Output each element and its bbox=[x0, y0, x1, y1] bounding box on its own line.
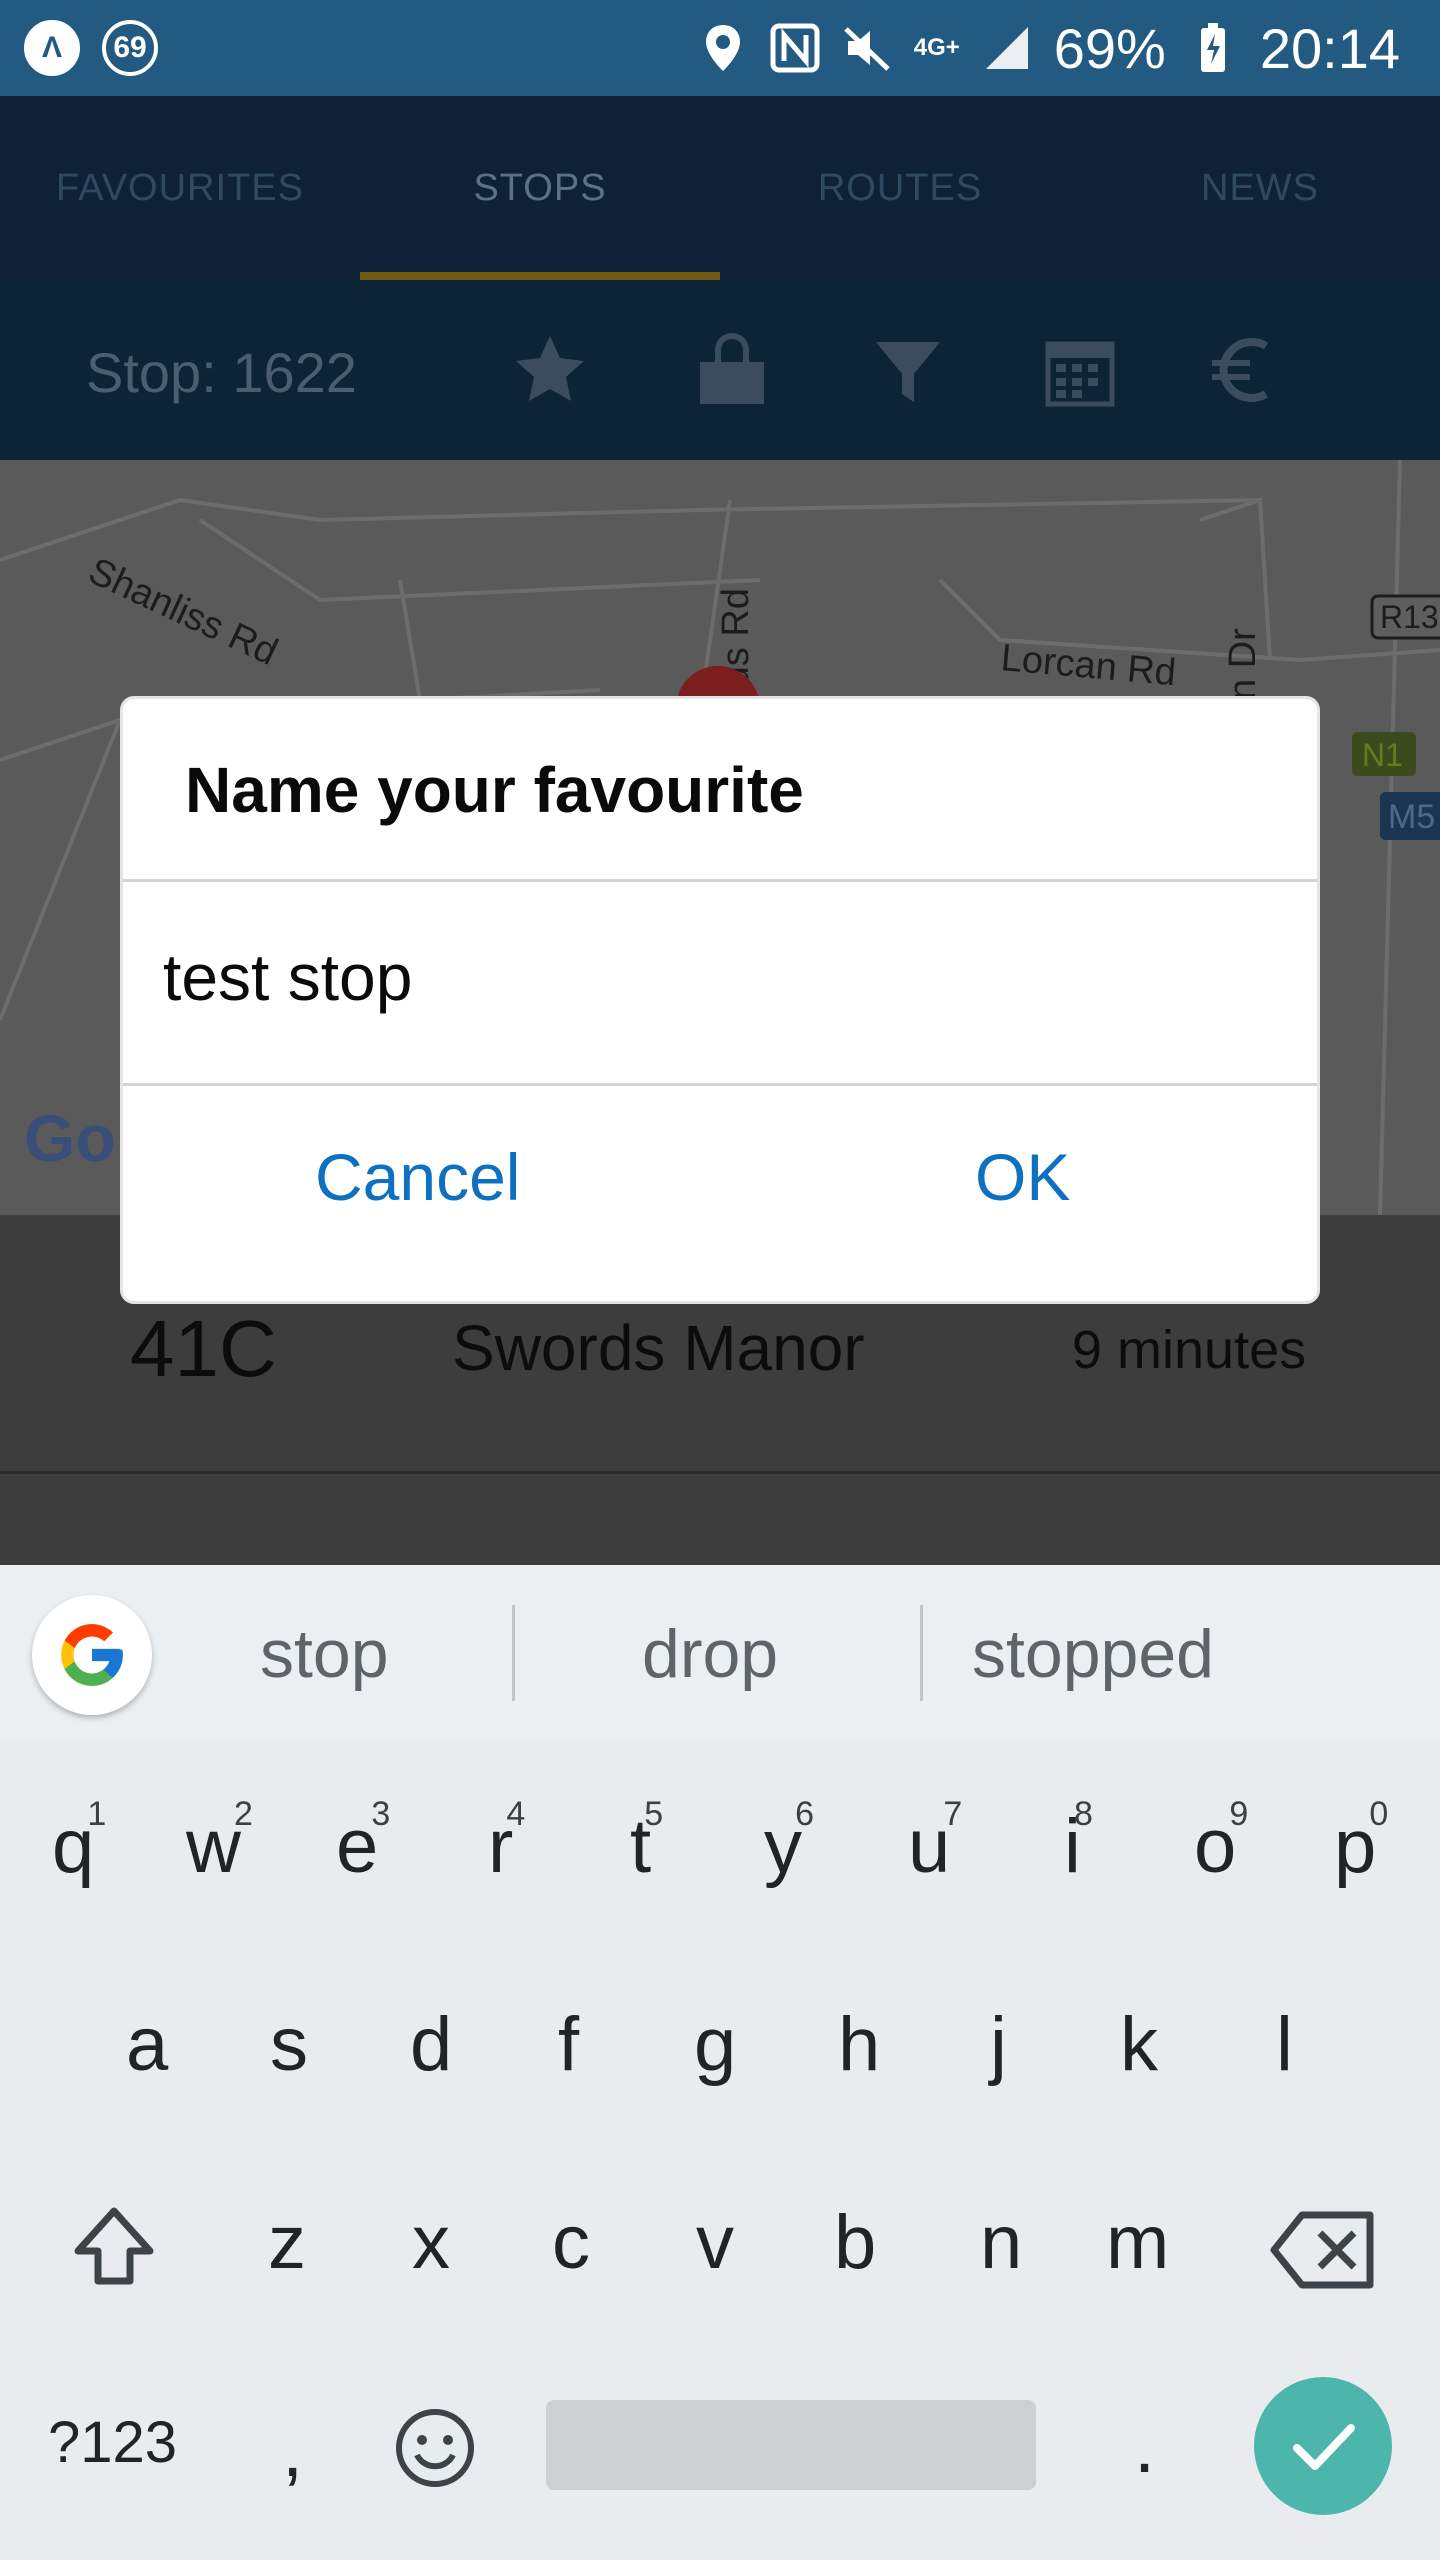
star-icon[interactable] bbox=[510, 330, 590, 410]
route-number: 41C bbox=[130, 1304, 277, 1393]
key-k[interactable]: k bbox=[1120, 2001, 1158, 2088]
key-d[interactable]: d bbox=[410, 2001, 452, 2088]
backspace-icon bbox=[1270, 2211, 1374, 2289]
status-bar: Λ 69 4G+ 69% 20:14 bbox=[0, 0, 1440, 96]
emoji-key[interactable] bbox=[392, 2405, 478, 2509]
tab-news[interactable]: NEWS bbox=[1080, 96, 1440, 280]
suggestion-item[interactable]: stop bbox=[260, 1615, 389, 1693]
key-b[interactable]: b bbox=[834, 2199, 876, 2286]
road-badge-n1: N1 bbox=[1362, 737, 1403, 773]
tab-routes[interactable]: ROUTES bbox=[720, 96, 1080, 280]
comma-key[interactable]: , bbox=[282, 2407, 303, 2494]
tab-favourites[interactable]: FAVOURITES bbox=[0, 96, 360, 280]
key-q[interactable]: q1 bbox=[52, 1795, 106, 1890]
suggestion-item[interactable]: stopped bbox=[972, 1615, 1214, 1693]
cancel-button[interactable]: Cancel bbox=[315, 1139, 520, 1215]
suggestion-strip: stop drop stopped bbox=[0, 1565, 1440, 1741]
ok-button[interactable]: OK bbox=[975, 1139, 1070, 1215]
key-o[interactable]: o9 bbox=[1194, 1795, 1248, 1890]
divider bbox=[123, 1083, 1317, 1086]
enter-key[interactable] bbox=[1254, 2377, 1392, 2515]
key-y[interactable]: y6 bbox=[764, 1795, 814, 1890]
stop-number-label: Stop: 1622 bbox=[86, 341, 357, 404]
stop-toolbar: Stop: 1622 bbox=[0, 280, 1440, 460]
nfc-icon bbox=[770, 23, 820, 73]
suggestion-divider bbox=[512, 1605, 515, 1701]
emoji-icon bbox=[396, 2409, 474, 2487]
key-l[interactable]: l bbox=[1276, 2001, 1293, 2088]
favourite-name-input[interactable] bbox=[163, 939, 1263, 1015]
key-c[interactable]: c bbox=[552, 2199, 590, 2286]
suggestion-divider bbox=[920, 1605, 923, 1701]
app-notification-icon: Λ bbox=[24, 20, 80, 76]
key-h[interactable]: h bbox=[838, 2001, 880, 2088]
divider bbox=[123, 879, 1317, 882]
key-i[interactable]: i8 bbox=[1064, 1795, 1093, 1890]
key-f[interactable]: f bbox=[558, 2001, 579, 2088]
space-bar[interactable] bbox=[546, 2400, 1036, 2490]
signal-icon bbox=[982, 23, 1032, 73]
key-g[interactable]: g bbox=[694, 2001, 736, 2088]
network-type: 4G+ bbox=[913, 34, 960, 61]
checkmark-icon bbox=[1293, 2424, 1355, 2470]
tab-stops[interactable]: STOPS bbox=[360, 96, 720, 280]
key-e[interactable]: e3 bbox=[336, 1795, 390, 1890]
road-badge-r13: R13 bbox=[1380, 599, 1439, 635]
filter-icon[interactable] bbox=[868, 330, 948, 410]
key-w[interactable]: w2 bbox=[186, 1795, 253, 1890]
map-label: Shanliss Rd bbox=[82, 550, 284, 674]
route-destination: Swords Manor bbox=[452, 1312, 865, 1384]
calendar-icon[interactable] bbox=[1040, 330, 1120, 410]
battery-charging-icon bbox=[1188, 23, 1238, 73]
active-tab-indicator bbox=[360, 272, 720, 280]
key-j[interactable]: j bbox=[990, 2001, 1007, 2088]
google-logo: Go bbox=[24, 1101, 116, 1175]
map-label: Lorcan Rd bbox=[999, 637, 1177, 694]
key-p[interactable]: p0 bbox=[1334, 1795, 1388, 1890]
key-t[interactable]: t5 bbox=[630, 1795, 663, 1890]
google-icon[interactable] bbox=[32, 1595, 152, 1715]
backspace-key[interactable] bbox=[1268, 2205, 1378, 2313]
clock: 20:14 bbox=[1259, 16, 1400, 80]
name-favourite-dialog: Name your favourite Cancel OK bbox=[120, 696, 1320, 1304]
battery-percent: 69% bbox=[1053, 16, 1166, 80]
key-n[interactable]: n bbox=[980, 2199, 1022, 2286]
key-m[interactable]: m bbox=[1106, 2199, 1169, 2286]
suggestion-item[interactable]: drop bbox=[642, 1615, 778, 1693]
euro-icon[interactable] bbox=[1204, 330, 1284, 410]
key-v[interactable]: v bbox=[696, 2199, 734, 2286]
key-s[interactable]: s bbox=[270, 2001, 308, 2088]
dialog-title: Name your favourite bbox=[185, 754, 804, 826]
key-u[interactable]: u7 bbox=[908, 1795, 962, 1890]
key-a[interactable]: a bbox=[126, 2001, 168, 2088]
key-r[interactable]: r4 bbox=[488, 1795, 525, 1890]
row-divider bbox=[0, 1471, 1440, 1474]
key-x[interactable]: x bbox=[412, 2199, 450, 2286]
shopping-bag-icon[interactable] bbox=[692, 330, 772, 410]
location-icon bbox=[698, 23, 748, 73]
key-z[interactable]: z bbox=[268, 2199, 306, 2286]
notification-badge: 69 bbox=[102, 20, 158, 76]
keyboard: stop drop stopped q1 w2 e3 r4 t5 y6 u7 i… bbox=[0, 1565, 1440, 2560]
arrival-time: 9 minutes bbox=[1072, 1320, 1307, 1380]
road-badge-m5: M5 bbox=[1388, 798, 1435, 836]
tab-bar: FAVOURITES STOPS ROUTES NEWS bbox=[0, 96, 1440, 280]
map-label: n Dr bbox=[1222, 628, 1264, 700]
shift-key[interactable] bbox=[66, 2199, 162, 2313]
symbols-key[interactable]: ?123 bbox=[48, 2409, 177, 2476]
mute-icon bbox=[842, 23, 892, 73]
period-key[interactable]: . bbox=[1134, 2403, 1155, 2490]
shift-icon bbox=[74, 2207, 154, 2285]
